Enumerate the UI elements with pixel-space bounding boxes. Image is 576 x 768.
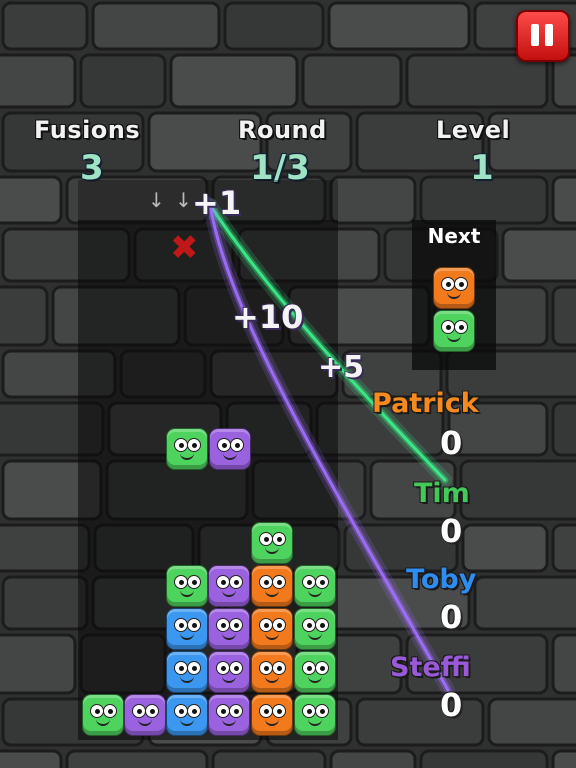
orange-block xyxy=(251,565,293,607)
level-label: Level xyxy=(436,116,511,144)
blue-block xyxy=(166,694,208,736)
floating-points: +1 xyxy=(192,184,242,222)
green-block xyxy=(294,608,336,650)
orange-block xyxy=(251,608,293,650)
player-score-steffi: 0 xyxy=(440,686,463,724)
purple-block xyxy=(124,694,166,736)
next-orange-block xyxy=(433,267,475,309)
pause-icon xyxy=(531,24,539,46)
blue-block xyxy=(166,651,208,693)
green-block xyxy=(294,694,336,736)
falling-purple-block xyxy=(209,428,251,470)
player-name-patrick: Patrick xyxy=(372,388,479,419)
next-green-block xyxy=(433,310,475,352)
green-block xyxy=(82,694,124,736)
blocked-x-icon: ✖ xyxy=(170,228,199,268)
next-label: Next xyxy=(427,224,481,248)
green-block xyxy=(251,522,293,564)
floating-points: +10 xyxy=(232,298,304,336)
round-label: Round xyxy=(238,116,327,144)
player-score-patrick: 0 xyxy=(440,424,463,462)
orange-block xyxy=(251,694,293,736)
player-name-steffi: Steffi xyxy=(390,652,471,683)
pause-button[interactable] xyxy=(516,10,570,62)
game-screen: Fusions 3 Round 1/3 Level 1 ↓ ↓ ✖ Next +… xyxy=(0,0,576,768)
green-block xyxy=(166,565,208,607)
drop-indicator: ↓ ↓ xyxy=(148,188,194,212)
player-name-tim: Tim xyxy=(414,478,470,509)
falling-green-block xyxy=(166,428,208,470)
purple-block xyxy=(208,651,250,693)
purple-block xyxy=(208,608,250,650)
purple-block xyxy=(208,565,250,607)
floating-points: +5 xyxy=(318,350,365,385)
blue-block xyxy=(166,608,208,650)
green-block xyxy=(294,651,336,693)
level-value: 1 xyxy=(470,148,494,188)
player-name-toby: Toby xyxy=(406,564,477,595)
player-score-toby: 0 xyxy=(440,598,463,636)
green-block xyxy=(294,565,336,607)
purple-block xyxy=(208,694,250,736)
player-score-tim: 0 xyxy=(440,512,463,550)
pause-icon-bar xyxy=(545,24,553,46)
orange-block xyxy=(251,651,293,693)
fusions-label: Fusions xyxy=(34,116,141,144)
